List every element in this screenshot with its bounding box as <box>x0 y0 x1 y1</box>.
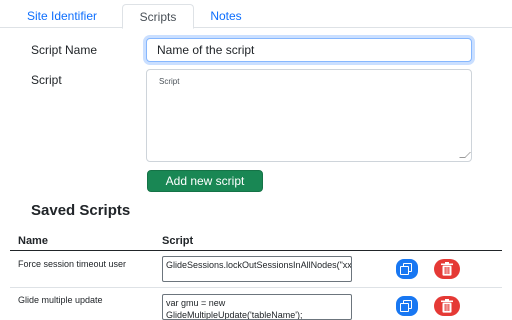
tab-bar: Site Identifier Scripts Notes <box>0 0 512 29</box>
copy-icon[interactable] <box>396 296 418 316</box>
column-header-script: Script <box>162 235 194 247</box>
trash-icon[interactable] <box>434 259 460 279</box>
script-textarea[interactable] <box>146 69 472 162</box>
script-name-input[interactable] <box>146 38 472 62</box>
row-divider <box>10 287 502 288</box>
add-new-script-button[interactable]: Add new script <box>147 170 263 192</box>
tab-notes[interactable]: Notes <box>196 4 256 29</box>
row-1-script[interactable]: GlideSessions.lockOutSessionsInAllNodes(… <box>162 256 352 282</box>
row-1-name: Force session timeout user <box>18 259 127 269</box>
script-name-label: Script Name <box>31 43 98 57</box>
copy-icon[interactable] <box>396 259 418 279</box>
row-2-name: Glide multiple update <box>18 295 103 305</box>
saved-scripts-heading: Saved Scripts <box>31 202 131 219</box>
copy-icon-front <box>400 266 409 275</box>
trash-glyph <box>441 262 453 276</box>
tab-scripts[interactable]: Scripts <box>122 4 194 29</box>
script-label: Script <box>31 73 62 87</box>
row-2-script[interactable]: var gmu = new GlideMultipleUpdate('table… <box>162 294 352 320</box>
copy-icon-front <box>400 303 409 312</box>
table-header-divider <box>10 250 502 251</box>
tab-site-identifier[interactable]: Site Identifier <box>6 4 118 29</box>
trash-icon[interactable] <box>434 296 460 316</box>
column-header-name: Name <box>18 235 48 247</box>
trash-glyph <box>441 299 453 313</box>
